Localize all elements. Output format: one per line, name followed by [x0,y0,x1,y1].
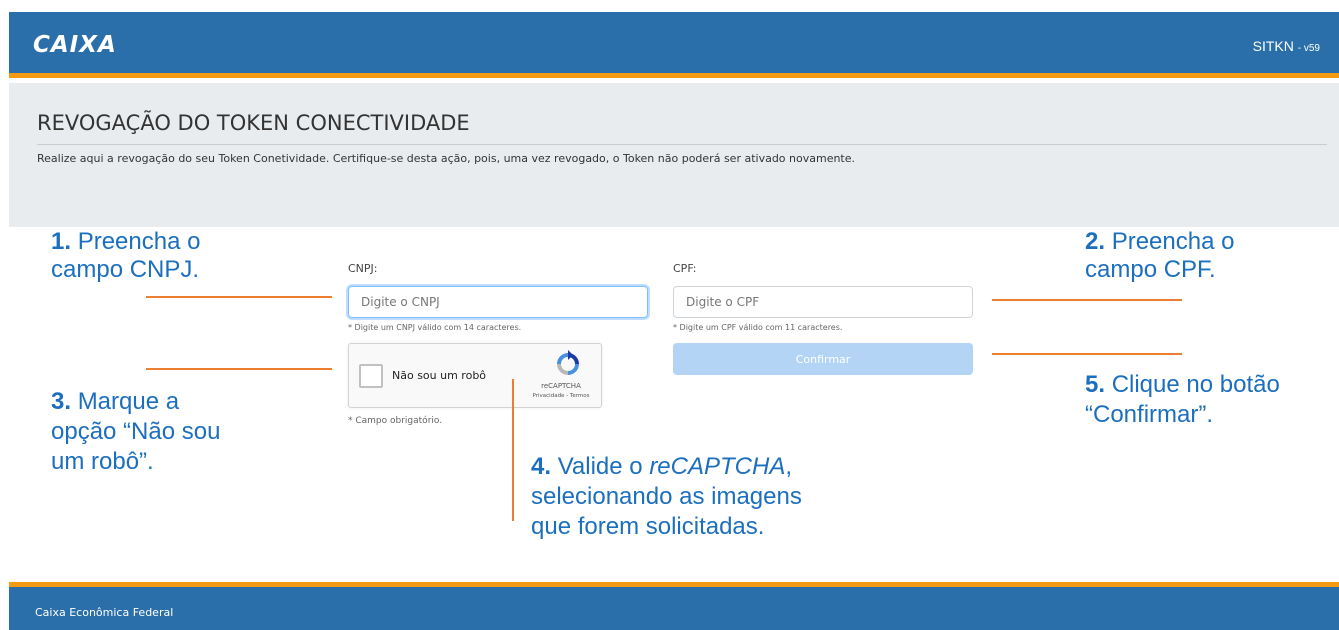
page-description: Realize aqui a revogação do seu Token Co… [37,152,856,165]
top-header: CAIXA SITKN - v59 [9,12,1339,78]
annotation-step-1: 1. Preencha o campo CNPJ. [51,228,200,284]
step5-line2: “Confirmar”. [1085,401,1214,428]
page-banner: REVOGAÇÃO DO TOKEN CONECTIVIDADE Realize… [9,83,1339,227]
version-label: - v59 [1297,43,1320,54]
system-name: SITKN [1252,38,1294,54]
recaptcha-widget: Não sou um robô reCAPTCHA Privacidade - … [348,343,602,408]
cpf-hint: * Digite um CPF válido com 11 caracteres… [673,323,843,332]
step4-recaptcha-term: reCAPTCHA [649,453,786,480]
recaptcha-brand: reCAPTCHA [541,382,581,390]
step5-line1: Clique no botão [1111,371,1280,398]
step4-comma: , [785,453,793,480]
confirm-button[interactable]: Confirmar [673,343,973,375]
step1-line1: Preencha o [77,228,201,255]
step4-line3: que forem solicitadas. [531,513,765,540]
step2-line1: Preencha o [1111,228,1235,255]
footer-text: Caixa Econômica Federal [35,606,174,619]
step3-line1: Marque a [77,388,180,415]
cnpj-input[interactable] [348,286,648,318]
page-title: REVOGAÇÃO DO TOKEN CONECTIVIDADE [37,111,470,135]
annotation-step-2: 2. Preencha o campo CPF. [1085,228,1234,284]
callout-line-1 [146,296,332,298]
required-note: * Campo obrigatório. [348,416,443,426]
cpf-input[interactable] [673,286,973,318]
recaptcha-label: Não sou um robô [392,369,487,382]
callout-line-3 [146,368,332,370]
step3-number: 3. [51,388,72,415]
recaptcha-logo-icon [557,350,579,375]
cpf-label: CPF: [673,262,697,275]
step5-number: 5. [1085,371,1106,398]
step4-line1: Valide o [557,453,643,480]
recaptcha-checkbox[interactable] [359,364,383,388]
system-version: SITKN - v59 [1253,38,1320,54]
step1-line2: campo CNPJ. [51,256,200,283]
page-footer: Caixa Econômica Federal [9,582,1339,630]
annotation-step-5: 5. Clique no botão “Confirmar”. [1085,370,1280,430]
step4-number: 4. [531,453,552,480]
recaptcha-links[interactable]: Privacidade - Termos [524,393,598,399]
step4-line2: selecionando as imagens [531,483,802,510]
step2-number: 2. [1085,228,1106,255]
step3-line2: opção “Não sou [51,418,221,445]
title-divider [37,144,1327,145]
caixa-logo: CAIXA [33,32,117,58]
callout-line-2 [992,299,1182,301]
cnpj-label: CNPJ: [348,262,378,275]
step1-number: 1. [51,228,72,255]
callout-line-5 [992,353,1182,355]
step2-line2: campo CPF. [1085,256,1216,283]
cnpj-hint: * Digite um CNPJ válido com 14 caractere… [348,323,522,332]
annotation-step-3: 3. Marque a opção “Não sou um robô”. [51,387,220,477]
step3-line3: um robô”. [51,448,154,475]
annotation-step-4: 4. Valide o reCAPTCHA, selecionando as i… [531,452,802,542]
callout-line-4 [512,379,514,521]
